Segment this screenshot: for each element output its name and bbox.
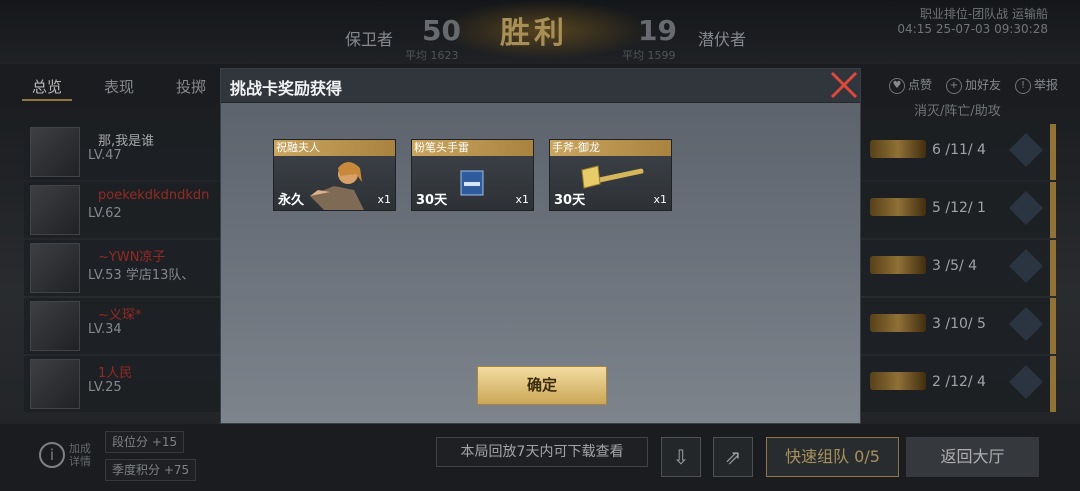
reward-duration: 30天 <box>416 193 448 208</box>
reward-name: 祝融夫人 <box>274 140 395 156</box>
grenade-box-icon <box>460 170 484 196</box>
reward-modal: 挑战卡奖励获得 祝融夫人 永久 x1 粉笔头手雷 30天 x1 手斧-御龙 30… <box>221 69 860 423</box>
game-result-screen: 胜利 保卫者 50 平均 1623 19 潜伏者 平均 1599 职业排位-团队… <box>0 0 1080 491</box>
reward-duration: 永久 <box>278 193 305 208</box>
close-icon[interactable] <box>828 69 860 101</box>
reward-card[interactable]: 粉笔头手雷 30天 x1 <box>411 139 534 211</box>
reward-quantity: x1 <box>515 193 529 206</box>
reward-name: 手斧-御龙 <box>550 140 671 156</box>
modal-title: 挑战卡奖励获得 <box>230 79 343 98</box>
modal-header: 挑战卡奖励获得 <box>221 69 860 103</box>
reward-name: 粉笔头手雷 <box>412 140 533 156</box>
reward-card[interactable]: 手斧-御龙 30天 x1 <box>549 139 672 211</box>
reward-quantity: x1 <box>653 193 667 206</box>
character-portrait-icon <box>310 162 364 210</box>
reward-duration: 30天 <box>554 193 586 208</box>
reward-card[interactable]: 祝融夫人 永久 x1 <box>273 139 396 211</box>
golden-axe-icon <box>581 165 644 189</box>
confirm-button[interactable]: 确定 <box>477 366 607 405</box>
reward-quantity: x1 <box>377 193 391 206</box>
